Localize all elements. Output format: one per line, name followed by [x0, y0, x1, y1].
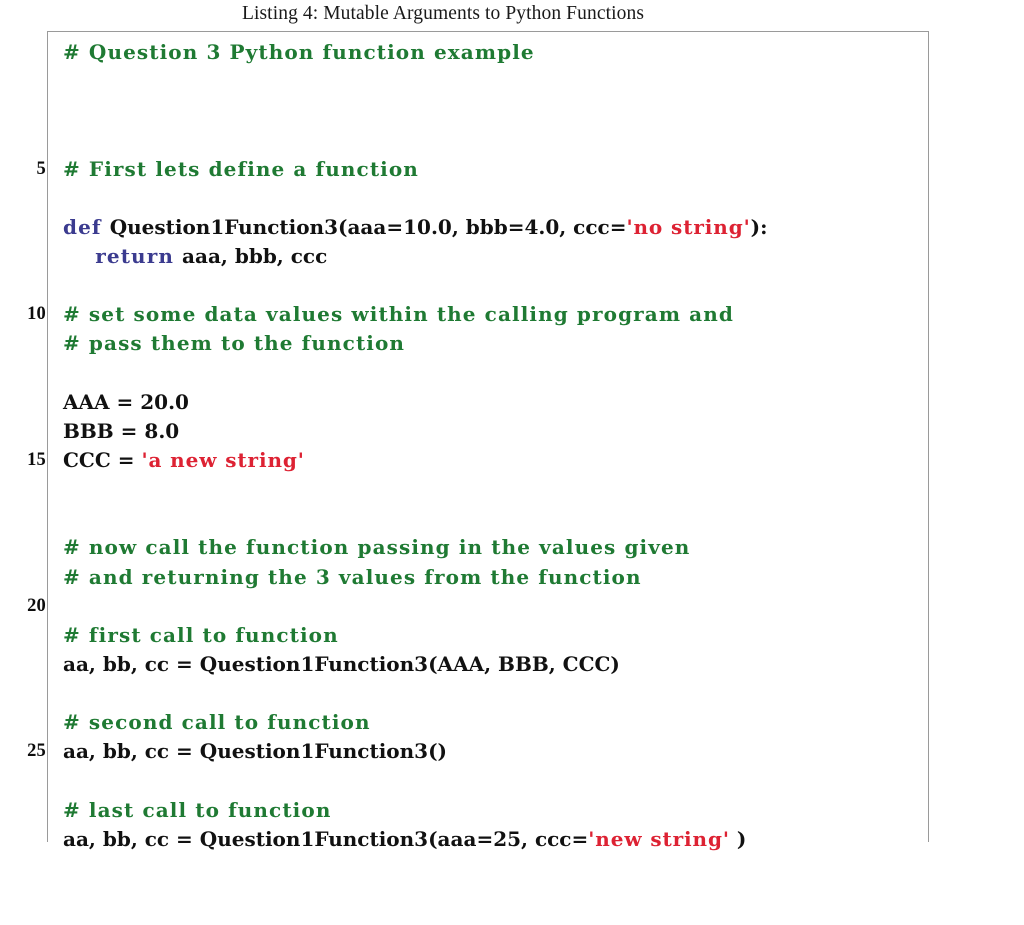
code-line-text: def Question1Function3(aaa=10.0, bbb=4.0… — [63, 213, 767, 242]
code-token-text: aa, bb, cc = Question1Function3() — [63, 739, 448, 764]
frame-top-border — [47, 31, 928, 32]
code-token-text: AAA = 20.0 — [63, 389, 189, 414]
code-line: def Question1Function3(aaa=10.0, bbb=4.0… — [55, 213, 1024, 242]
code-token-text: Question1Function3(aaa=10.0, bbb=4.0, cc… — [109, 214, 627, 239]
code-line-text: aa, bb, cc = Question1Function3() — [63, 737, 447, 766]
code-token-keyword: def — [63, 214, 110, 239]
code-line-text: BBB = 8.0 — [63, 417, 179, 446]
line-number: 10 — [27, 304, 46, 325]
code-line: 20 — [27, 592, 1024, 621]
code-line-text: # pass them to the function — [63, 329, 405, 358]
code-line: 25 aa, bb, cc = Question1Function3() — [27, 737, 1024, 766]
code-line: # last call to function — [55, 796, 1024, 825]
code-token-string: 'new string' — [588, 826, 730, 851]
code-token-comment: # pass them to the function — [63, 331, 406, 356]
code-line-text: CCC = 'a new string' — [63, 446, 305, 475]
line-number: 20 — [27, 595, 46, 616]
code-line-text: # First lets define a function — [63, 155, 419, 184]
code-listing: # Question 3 Python function example 5 # F… — [27, 38, 1024, 854]
code-token-comment: # second call to function — [63, 710, 371, 735]
code-token-comment: # First lets define a function — [63, 156, 419, 181]
code-token-text: CCC = — [63, 447, 142, 472]
code-line-text: aa, bb, cc = Question1Function3(aaa=25, … — [63, 825, 746, 854]
code-token-comment: # Question 3 Python function example — [63, 40, 535, 64]
code-token-comment: # last call to function — [63, 797, 332, 822]
code-line: aa, bb, cc = Question1Function3(aaa=25, … — [55, 825, 1024, 854]
code-line: # second call to function — [55, 708, 1024, 737]
line-number: 15 — [27, 449, 46, 470]
code-token-text: aa, bb, cc = Question1Function3(aaa=25, … — [63, 826, 589, 851]
code-line-text: AAA = 20.0 — [63, 388, 189, 417]
code-line-text: # set some data values within the callin… — [63, 300, 734, 329]
code-token-comment: # now call the function passing in the v… — [63, 535, 691, 560]
line-number: 25 — [27, 741, 46, 762]
frame-left-rule — [47, 31, 48, 842]
code-line: # first call to function — [55, 621, 1024, 650]
code-token-comment: # first call to function — [63, 622, 339, 647]
code-token-keyword: return — [63, 243, 183, 268]
code-line: # now call the function passing in the v… — [55, 533, 1024, 562]
code-token-text: ): — [750, 214, 768, 239]
code-line-text: # Question 3 Python function example — [63, 38, 535, 67]
code-token-string: 'a new string' — [141, 447, 305, 472]
code-line: # pass them to the function — [55, 329, 1024, 358]
code-token-comment: # set some data values within the callin… — [63, 302, 734, 327]
code-line-text: # first call to function — [63, 621, 339, 650]
code-line-text: # second call to function — [63, 708, 371, 737]
listing-caption: Listing 4: Mutable Arguments to Python F… — [241, 3, 645, 24]
code-line-text: # now call the function passing in the v… — [63, 533, 690, 562]
code-line: BBB = 8.0 — [55, 417, 1024, 446]
code-line-text: aa, bb, cc = Question1Function3(AAA, BBB… — [63, 650, 620, 679]
page-root: Listing 4: Mutable Arguments to Python F… — [0, 0, 1024, 925]
code-line: AAA = 20.0 — [55, 388, 1024, 417]
code-line-text: # last call to function — [63, 796, 331, 825]
code-line: 10 # set some data values within the call… — [27, 300, 1024, 329]
code-line-text: # and returning the 3 values from the fu… — [63, 563, 642, 592]
code-token-text: ) — [729, 826, 747, 851]
code-token-text: aaa, bbb, ccc — [182, 243, 328, 268]
code-line: 5 # First lets define a function — [37, 155, 1024, 184]
code-line: aa, bb, cc = Question1Function3(AAA, BBB… — [55, 650, 1024, 679]
code-line: 15 CCC = 'a new string' — [27, 446, 1024, 475]
code-line: return aaa, bbb, ccc — [55, 242, 1024, 271]
code-token-comment: # and returning the 3 values from the fu… — [63, 564, 642, 589]
code-token-text: aa, bb, cc = Question1Function3(AAA, BBB… — [63, 651, 620, 676]
code-token-text: BBB = 8.0 — [63, 418, 180, 443]
line-number: 5 — [36, 158, 46, 179]
code-token-string: 'no string' — [626, 214, 751, 239]
code-line: # and returning the 3 values from the fu… — [55, 563, 1024, 592]
code-line-text: return aaa, bbb, ccc — [63, 242, 327, 271]
code-line: # Question 3 Python function example — [55, 38, 1024, 67]
